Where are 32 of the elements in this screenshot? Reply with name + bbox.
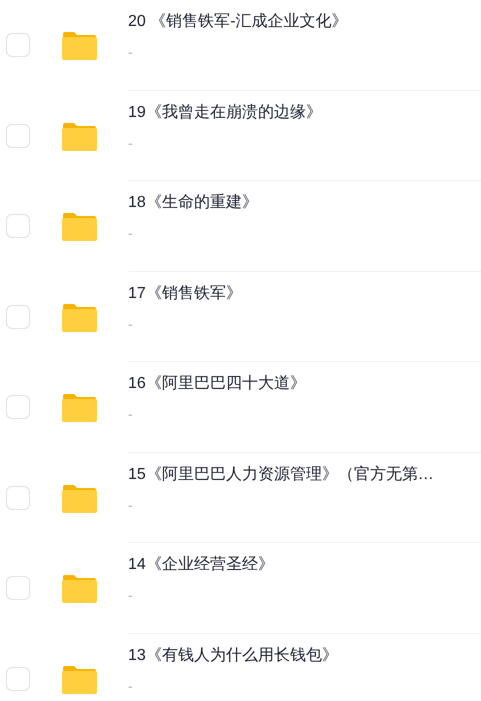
folder-detail: - xyxy=(128,496,133,514)
folder-detail: - xyxy=(128,314,133,334)
folder-detail: - xyxy=(128,134,133,152)
folder-icon xyxy=(61,574,98,604)
folder-name[interactable]: 20 《销售铁军-汇成企业文化》 xyxy=(128,10,481,34)
folder-name[interactable]: 17《销售铁军》 xyxy=(128,282,481,306)
folder-detail: - xyxy=(128,405,133,424)
folder-icon xyxy=(61,484,98,514)
folder-icon xyxy=(61,122,98,152)
folder-icon xyxy=(61,31,98,62)
folder-detail: - xyxy=(128,224,133,243)
folder-icon xyxy=(61,664,98,695)
checkbox[interactable] xyxy=(6,304,30,329)
folder-name[interactable]: 19《我曾走在崩溃的边缘》 xyxy=(128,100,481,124)
folder-icon xyxy=(61,212,98,242)
checkbox[interactable] xyxy=(6,214,30,238)
folder-name[interactable]: 13《有钱人为什么用长钱包》 xyxy=(128,644,481,668)
folder-name[interactable]: 18《生命的重建》 xyxy=(128,191,481,215)
folder-name[interactable]: 16《阿里巴巴四十大道》 xyxy=(128,372,481,396)
folder-name[interactable]: 14《企业经营圣经》 xyxy=(128,553,481,577)
checkbox[interactable] xyxy=(6,666,30,691)
folder-icon xyxy=(61,393,98,424)
checkbox[interactable] xyxy=(6,395,30,420)
checkbox[interactable] xyxy=(6,124,30,148)
checkbox[interactable] xyxy=(6,576,30,600)
checkbox[interactable] xyxy=(6,33,30,58)
folder-icon xyxy=(61,302,98,333)
folder-detail: - xyxy=(128,676,133,696)
checkbox[interactable] xyxy=(6,486,30,510)
folder-detail: - xyxy=(128,586,133,605)
folder-detail: - xyxy=(128,43,133,62)
folder-name[interactable]: 15《阿里巴巴人力资源管理》（官方无第… xyxy=(128,462,481,486)
